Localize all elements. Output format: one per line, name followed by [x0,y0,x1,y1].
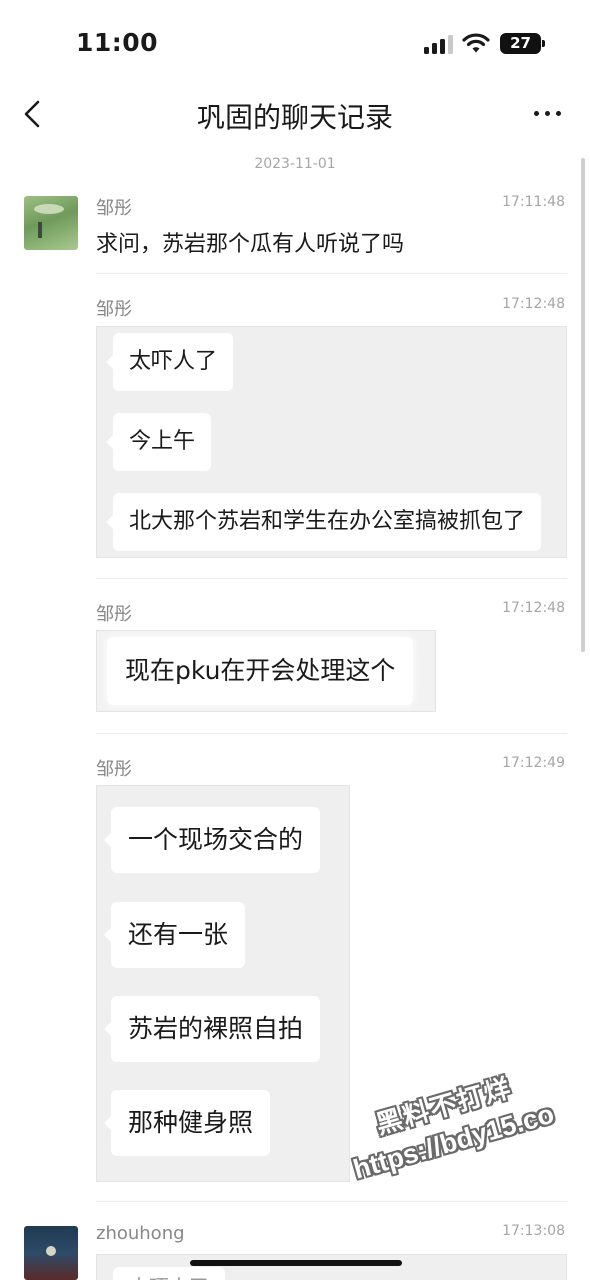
message-time: 17:13:08 [502,1223,565,1239]
message-time: 17:12:48 [502,296,565,312]
watermark: 黑料不打烊 https://bdy15.co [334,1036,557,1184]
date-separator: 2023-11-01 [254,156,336,172]
page-title: 巩固的聊天记录 [196,101,393,134]
chat-bubble: 北大那个苏岩和学生在办公室搞被抓包了 [105,493,542,551]
divider [96,273,567,274]
sender-name: 邹彤 [96,198,132,219]
sender-name: 邹彤 [96,299,132,320]
message-text: 求问，苏岩那个瓜有人听说了吗 [96,232,405,257]
screenshot-image[interactable]: 太吓人了 [96,1254,567,1280]
home-indicator[interactable] [190,1260,402,1266]
scrollbar[interactable] [581,158,585,652]
battery-icon: 27 [500,33,545,54]
divider [96,1201,567,1202]
screenshot-image[interactable]: 现在pku在开会处理这个 [96,630,436,712]
wifi-icon [462,33,490,53]
nav-bar: 巩固的聊天记录 [0,88,590,142]
sender-name: 邹彤 [96,604,132,625]
chat-bubble: 今上午 [105,413,212,471]
avatar[interactable] [24,196,78,250]
chat-bubble: 现在pku在开会处理这个 [107,637,414,705]
sender-name: 邹彤 [96,759,132,780]
chat-bubble: 一个现场交合的 [103,807,321,873]
status-bar: 11:00 27 [0,0,590,88]
chat-bubble: 太吓人了 [105,333,234,391]
chat-bubble: 苏岩的裸照自拍 [103,996,321,1062]
divider [96,578,567,579]
more-options-icon[interactable] [530,98,566,128]
message-time: 17:12:49 [502,755,565,771]
screenshot-image[interactable]: 太吓人了 今上午 北大那个苏岩和学生在办公室搞被抓包了 [96,326,567,558]
message-time: 17:12:48 [502,600,565,616]
sender-name: zhouhong [96,1223,185,1244]
screenshot-image[interactable]: 一个现场交合的 还有一张 苏岩的裸照自拍 那种健身照 [96,785,350,1182]
chat-bubble: 还有一张 [103,902,246,968]
divider [96,733,567,734]
chat-bubble: 那种健身照 [103,1090,271,1156]
chat-bubble: 太吓人了 [113,1267,225,1280]
cellular-signal-icon [424,34,454,54]
avatar[interactable] [24,1226,78,1280]
message-time: 17:11:48 [502,194,565,210]
status-time: 11:00 [76,28,159,57]
